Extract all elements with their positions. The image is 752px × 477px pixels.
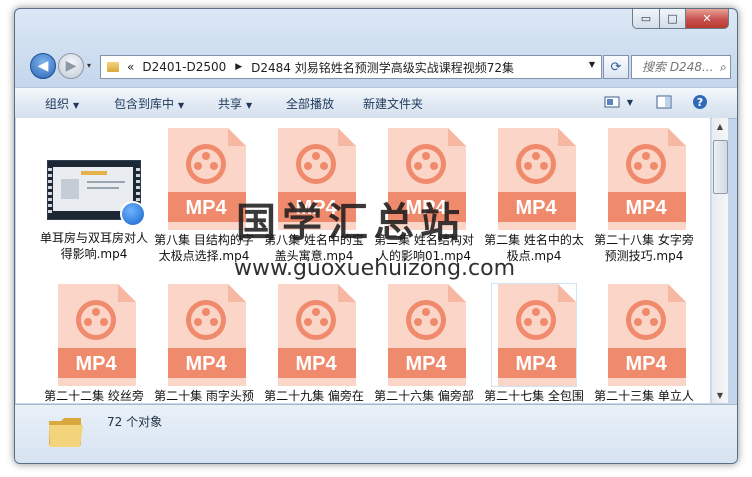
include-in-library-menu[interactable]: 包含到库中 ▼ bbox=[114, 95, 184, 112]
help-icon[interactable]: ? bbox=[691, 94, 709, 110]
mp4-file-icon: MP4 bbox=[52, 284, 136, 386]
recent-pages-icon[interactable]: ▾ bbox=[87, 61, 91, 70]
organize-menu[interactable]: 组织 ▼ bbox=[45, 95, 79, 112]
mp4-label: MP4 bbox=[75, 353, 117, 375]
folder-icon bbox=[47, 415, 85, 449]
mp4-label: MP4 bbox=[405, 353, 447, 375]
file-name: 第二十集 雨字头预测技巧.mp4 bbox=[154, 389, 254, 403]
view-options-dropdown-icon[interactable]: ▼ bbox=[621, 94, 639, 110]
mp4-file-icon: MP4 bbox=[162, 284, 246, 386]
search-input[interactable] bbox=[640, 59, 720, 75]
search-icon[interactable]: ⌕ bbox=[720, 60, 727, 75]
item-count: 72 个对象 bbox=[107, 415, 163, 429]
file-item[interactable]: MP4 第二十七集 全包围结构预测技巧.mp4 bbox=[480, 283, 588, 403]
details-pane: 72 个对象 bbox=[15, 404, 737, 463]
help-glyph: ? bbox=[697, 96, 703, 109]
media-player-badge-icon bbox=[120, 201, 146, 227]
refresh-button[interactable]: ⟳ bbox=[603, 55, 629, 79]
caption-buttons: ▭ □ ✕ bbox=[632, 9, 729, 29]
file-name: 单耳房与双耳房对人得影响.mp4 bbox=[40, 231, 149, 261]
change-view-icon[interactable] bbox=[603, 94, 621, 110]
maximize-button[interactable]: □ bbox=[660, 9, 686, 29]
mp4-label: MP4 bbox=[185, 197, 227, 219]
forward-button[interactable]: ▶ bbox=[58, 53, 84, 79]
close-button[interactable]: ✕ bbox=[686, 9, 729, 29]
file-item[interactable]: MP4 第二十二集 绞丝旁预测技巧.mp4 bbox=[40, 284, 148, 403]
share-label: 共享 bbox=[218, 97, 243, 111]
mp4-label: MP4 bbox=[515, 353, 557, 375]
video-thumbnail bbox=[47, 160, 146, 227]
mp4-label: MP4 bbox=[515, 197, 557, 219]
mp4-file-icon: MP4 bbox=[382, 284, 466, 386]
address-dropdown-icon[interactable]: ▼ bbox=[589, 60, 595, 69]
mp4-label: MP4 bbox=[625, 197, 667, 219]
file-name: 第二十七集 全包围结构预测技巧.mp4 bbox=[484, 389, 584, 403]
mp4-file-icon: MP4 bbox=[492, 128, 576, 230]
file-item[interactable]: MP4 第二十三集 单立人旁预测技巧.mp4 bbox=[590, 284, 698, 403]
folder-icon bbox=[107, 62, 119, 72]
navigation-bar: ◀ ▶ ▾ « D2401-D2500 ▶ D2484 刘易铭姓名预测学高级实战… bbox=[15, 53, 737, 81]
play-all-button[interactable]: 全部播放 bbox=[286, 95, 334, 112]
watermark-url: www.guoxuehuizong.com bbox=[234, 256, 516, 281]
mp4-file-icon: MP4 bbox=[272, 284, 356, 386]
organize-label: 组织 bbox=[45, 97, 70, 111]
back-button[interactable]: ◀ bbox=[30, 53, 56, 79]
file-name: 第二十八集 女字旁预测技巧.mp4 bbox=[594, 233, 694, 263]
chevron-down-icon: ▼ bbox=[73, 101, 80, 110]
command-bar: 组织 ▼ 包含到库中 ▼ 共享 ▼ 全部播放 新建文件夹 ▼ ? bbox=[15, 87, 737, 119]
file-item[interactable]: MP4 第二十集 雨字头预测技巧.mp4 bbox=[150, 284, 258, 403]
scroll-down-icon[interactable]: ▼ bbox=[712, 387, 728, 403]
address-bar[interactable]: « D2401-D2500 ▶ D2484 刘易铭姓名预测学高级实战课程视频72… bbox=[100, 55, 602, 79]
mp4-label: MP4 bbox=[625, 353, 667, 375]
file-name: 第二十三集 单立人旁预测技巧.mp4 bbox=[594, 389, 694, 403]
new-folder-button[interactable]: 新建文件夹 bbox=[363, 95, 423, 112]
address-overflow[interactable]: « bbox=[127, 60, 134, 74]
breadcrumb-separator-icon[interactable]: ▶ bbox=[235, 62, 242, 72]
breadcrumb-d2401-d2500[interactable]: D2401-D2500 bbox=[142, 60, 226, 74]
mp4-file-icon: MP4 bbox=[162, 128, 246, 230]
include-in-library-label: 包含到库中 bbox=[114, 97, 175, 111]
mp4-label: MP4 bbox=[295, 353, 337, 375]
file-name: 第二十六集 偏旁部首组合预测技巧.mp4 bbox=[374, 389, 474, 403]
file-item[interactable]: 单耳房与双耳房对人得影响.mp4 bbox=[40, 128, 148, 262]
share-menu[interactable]: 共享 ▼ bbox=[218, 95, 252, 112]
file-name: 第二十二集 绞丝旁预测技巧.mp4 bbox=[44, 389, 144, 403]
file-item[interactable]: MP4 第二十八集 女字旁预测技巧.mp4 bbox=[590, 128, 698, 264]
search-box[interactable]: ⌕ bbox=[631, 55, 731, 79]
scroll-up-icon[interactable]: ▲ bbox=[712, 118, 728, 134]
file-name: 第二十九集 偏旁在下方预测技巧.mp4 bbox=[264, 389, 364, 403]
mp4-file-icon: MP4 bbox=[602, 128, 686, 230]
breadcrumb-current-folder[interactable]: D2484 刘易铭姓名预测学高级实战课程视频72集 bbox=[251, 59, 514, 76]
file-item[interactable]: MP4 第二集 姓名中的太极点.mp4 bbox=[480, 128, 588, 264]
file-item[interactable]: MP4 第二十九集 偏旁在下方预测技巧.mp4 bbox=[260, 284, 368, 403]
mp4-file-icon: MP4 bbox=[602, 284, 686, 386]
mp4-file-icon: MP4 bbox=[491, 283, 577, 387]
video-frame bbox=[53, 167, 133, 211]
preview-pane-icon[interactable] bbox=[655, 94, 673, 110]
minimize-button[interactable]: ▭ bbox=[632, 9, 660, 29]
mp4-label: MP4 bbox=[185, 353, 227, 375]
vertical-scrollbar[interactable]: ▲ ▼ bbox=[711, 118, 728, 403]
filmstrip-edge bbox=[48, 165, 52, 215]
file-item[interactable]: MP4 第二十六集 偏旁部首组合预测技巧.mp4 bbox=[370, 284, 478, 403]
scrollbar-thumb[interactable] bbox=[713, 140, 728, 194]
chevron-down-icon: ▼ bbox=[246, 101, 253, 110]
chevron-down-icon: ▼ bbox=[178, 101, 185, 110]
watermark-text: 国学汇总站 bbox=[236, 200, 466, 246]
